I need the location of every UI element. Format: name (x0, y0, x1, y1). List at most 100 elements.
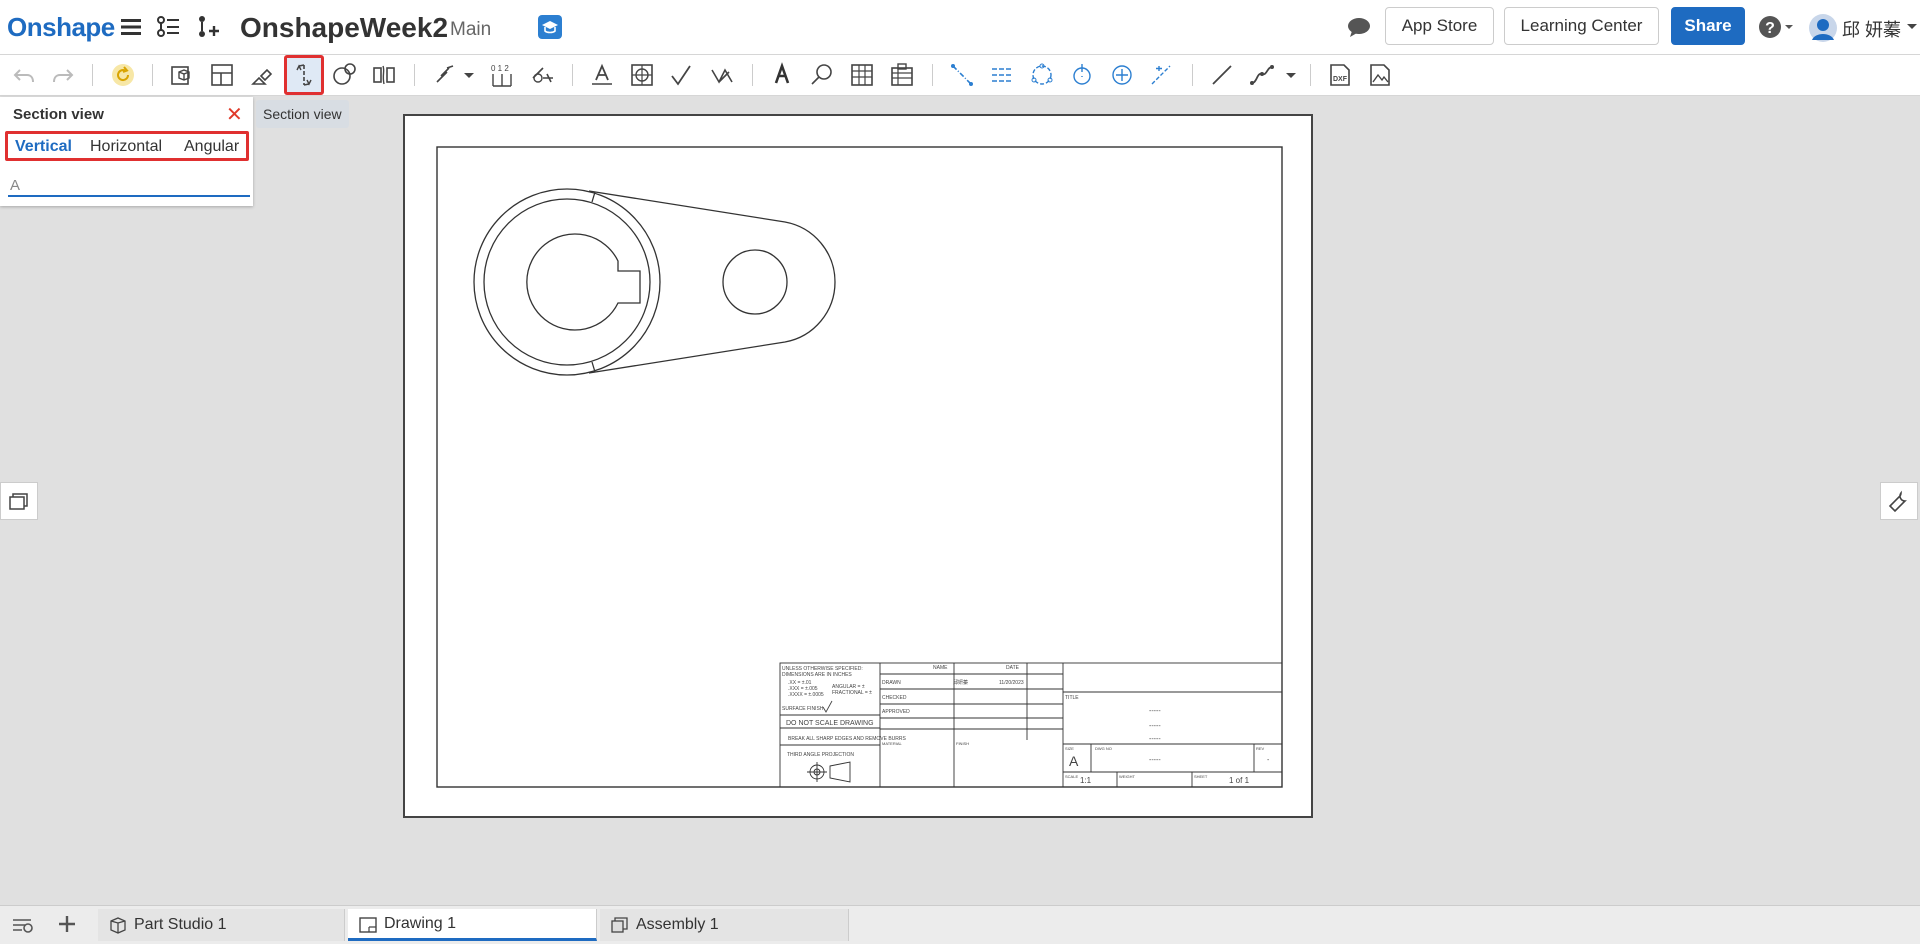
tb-row-checked: CHECKED (882, 695, 907, 701)
user-menu-chevron-icon[interactable] (1906, 20, 1918, 32)
line-icon[interactable] (1206, 59, 1238, 91)
tb-sheet-value: 1 of 1 (1229, 776, 1250, 785)
ordinate-dimension-icon[interactable]: 0 1 2 (486, 59, 518, 91)
bolt-circle-centerline-icon[interactable] (1026, 59, 1058, 91)
comments-icon[interactable] (1346, 14, 1372, 40)
insert-icon[interactable] (194, 14, 220, 40)
projected-view-icon[interactable] (206, 59, 238, 91)
learning-badge-icon[interactable] (538, 15, 562, 39)
tb-do-not-scale: DO NOT SCALE DRAWING (786, 720, 874, 727)
chamfer-dimension-icon[interactable] (526, 59, 558, 91)
part-studio-icon (108, 915, 128, 935)
svg-text:DXF: DXF (1333, 76, 1348, 83)
export-dxf-icon[interactable]: DXF (1324, 59, 1356, 91)
views-panel-icon[interactable] (0, 482, 38, 520)
tb-note-5: .XXXX = ±.0005 (788, 692, 824, 698)
help-icon[interactable]: ? (1758, 14, 1796, 40)
drawing-icon (358, 915, 378, 935)
sketch-dropdown-icon[interactable] (1284, 59, 1298, 91)
bom-table-icon[interactable] (886, 59, 918, 91)
text-icon[interactable] (766, 59, 798, 91)
centerline-between-icon[interactable] (986, 59, 1018, 91)
tb-title-header: TITLE (1065, 695, 1079, 701)
svg-text:?: ? (1765, 20, 1775, 37)
section-view-dialog: Section view ✕ Vertical Horizontal Angul… (0, 97, 253, 206)
tab-drawing[interactable]: Drawing 1 (348, 909, 597, 941)
dialog-title: Section view (13, 106, 104, 123)
tb-rev-header: REV (1256, 746, 1265, 751)
surface-finish-icon[interactable] (666, 59, 698, 91)
redo-icon[interactable] (47, 59, 79, 91)
broken-view-icon[interactable] (368, 59, 400, 91)
centerline-icon[interactable] (946, 59, 978, 91)
onshape-logo[interactable]: Onshape (7, 12, 115, 43)
menu-icon[interactable] (118, 14, 144, 40)
assembly-icon (610, 915, 630, 935)
add-tab-icon[interactable] (56, 913, 78, 940)
wrench-icon[interactable] (1880, 482, 1918, 520)
branch-name[interactable]: Main (450, 19, 491, 41)
tb-size-value: A (1069, 753, 1079, 769)
insert-view-icon[interactable] (166, 59, 198, 91)
tab-horizontal[interactable]: Horizontal (90, 138, 162, 156)
undo-icon[interactable] (8, 59, 40, 91)
centermark-cross-icon[interactable] (1106, 59, 1138, 91)
document-title[interactable]: OnshapeWeek2 (240, 12, 448, 44)
tab-manager-icon[interactable] (10, 915, 34, 940)
tab-part-studio[interactable]: Part Studio 1 (98, 909, 345, 941)
tb-note-8: SURFACE FINISH (782, 706, 824, 712)
tb-sheet-header: SHEET (1194, 774, 1208, 779)
feature-list-icon[interactable] (155, 14, 181, 40)
drawing-toolbar: 0 1 2 DXF (0, 55, 1920, 96)
thread-feature-icon[interactable] (1146, 59, 1178, 91)
tb-projection: THIRD ANGLE PROJECTION (787, 752, 854, 758)
tab-assembly[interactable]: Assembly 1 (600, 909, 849, 941)
tb-row-approved: APPROVED (882, 709, 910, 715)
projection-symbol (807, 761, 851, 783)
toolbar-separator (932, 64, 933, 86)
table-icon[interactable] (846, 59, 878, 91)
toolbar-separator (414, 64, 415, 86)
section-view-icon[interactable] (284, 55, 324, 95)
user-avatar-icon[interactable] (1808, 13, 1838, 43)
tab-label: Assembly 1 (636, 916, 719, 933)
share-button[interactable]: Share (1671, 7, 1745, 45)
hole-callout-icon[interactable] (806, 59, 838, 91)
tab-angular[interactable]: Angular (184, 138, 239, 156)
drawing-sheet[interactable]: UNLESS OTHERWISE SPECIFIED: DIMENSIONS A… (403, 114, 1313, 818)
tb-rev-value: - (1267, 757, 1270, 764)
tb-scale-header: SCALE (1065, 774, 1078, 779)
tb-finish-header: FINISH (956, 741, 969, 746)
tb-scale-value: 1:1 (1080, 776, 1092, 785)
update-icon[interactable] (107, 59, 139, 91)
detail-view-icon[interactable] (328, 59, 360, 91)
tab-vertical[interactable]: Vertical (15, 138, 72, 156)
learning-center-button[interactable]: Learning Center (1504, 7, 1659, 45)
dimension-icon[interactable] (430, 59, 462, 91)
spline-icon[interactable] (1246, 59, 1278, 91)
auxiliary-view-icon[interactable] (246, 59, 278, 91)
toolbar-separator (1310, 64, 1311, 86)
centermark-icon[interactable] (1066, 59, 1098, 91)
section-label-input[interactable] (8, 175, 250, 197)
section-type-tabs: Vertical Horizontal Angular (5, 131, 249, 161)
dimension-dropdown-icon[interactable] (462, 59, 476, 91)
section-view-tooltip: Section view (256, 100, 349, 128)
close-icon[interactable]: ✕ (226, 102, 243, 127)
weld-symbol-icon[interactable] (706, 59, 738, 91)
tb-name-header: NAME (933, 665, 948, 671)
insert-image-icon[interactable] (1364, 59, 1396, 91)
tb-title-placeholder-1: ----- (1149, 708, 1161, 715)
tb-row-drawn: DRAWN (882, 680, 901, 686)
callout-icon[interactable] (626, 59, 658, 91)
tb-dwgno-header: DWG NO (1095, 746, 1112, 751)
note-icon[interactable] (586, 59, 618, 91)
app-store-button[interactable]: App Store (1385, 7, 1494, 45)
tb-material-header: MATERIAL (882, 741, 902, 746)
drawing-canvas: UNLESS OTHERWISE SPECIFIED: DIMENSIONS A… (436, 146, 1283, 788)
tb-title-placeholder-2: ----- (1149, 723, 1161, 730)
tb-weight-header: WEIGHT (1119, 774, 1136, 779)
user-name[interactable]: 邱 妍蓁 (1842, 16, 1901, 42)
tab-label: Drawing 1 (384, 914, 457, 932)
part-view (473, 188, 836, 376)
